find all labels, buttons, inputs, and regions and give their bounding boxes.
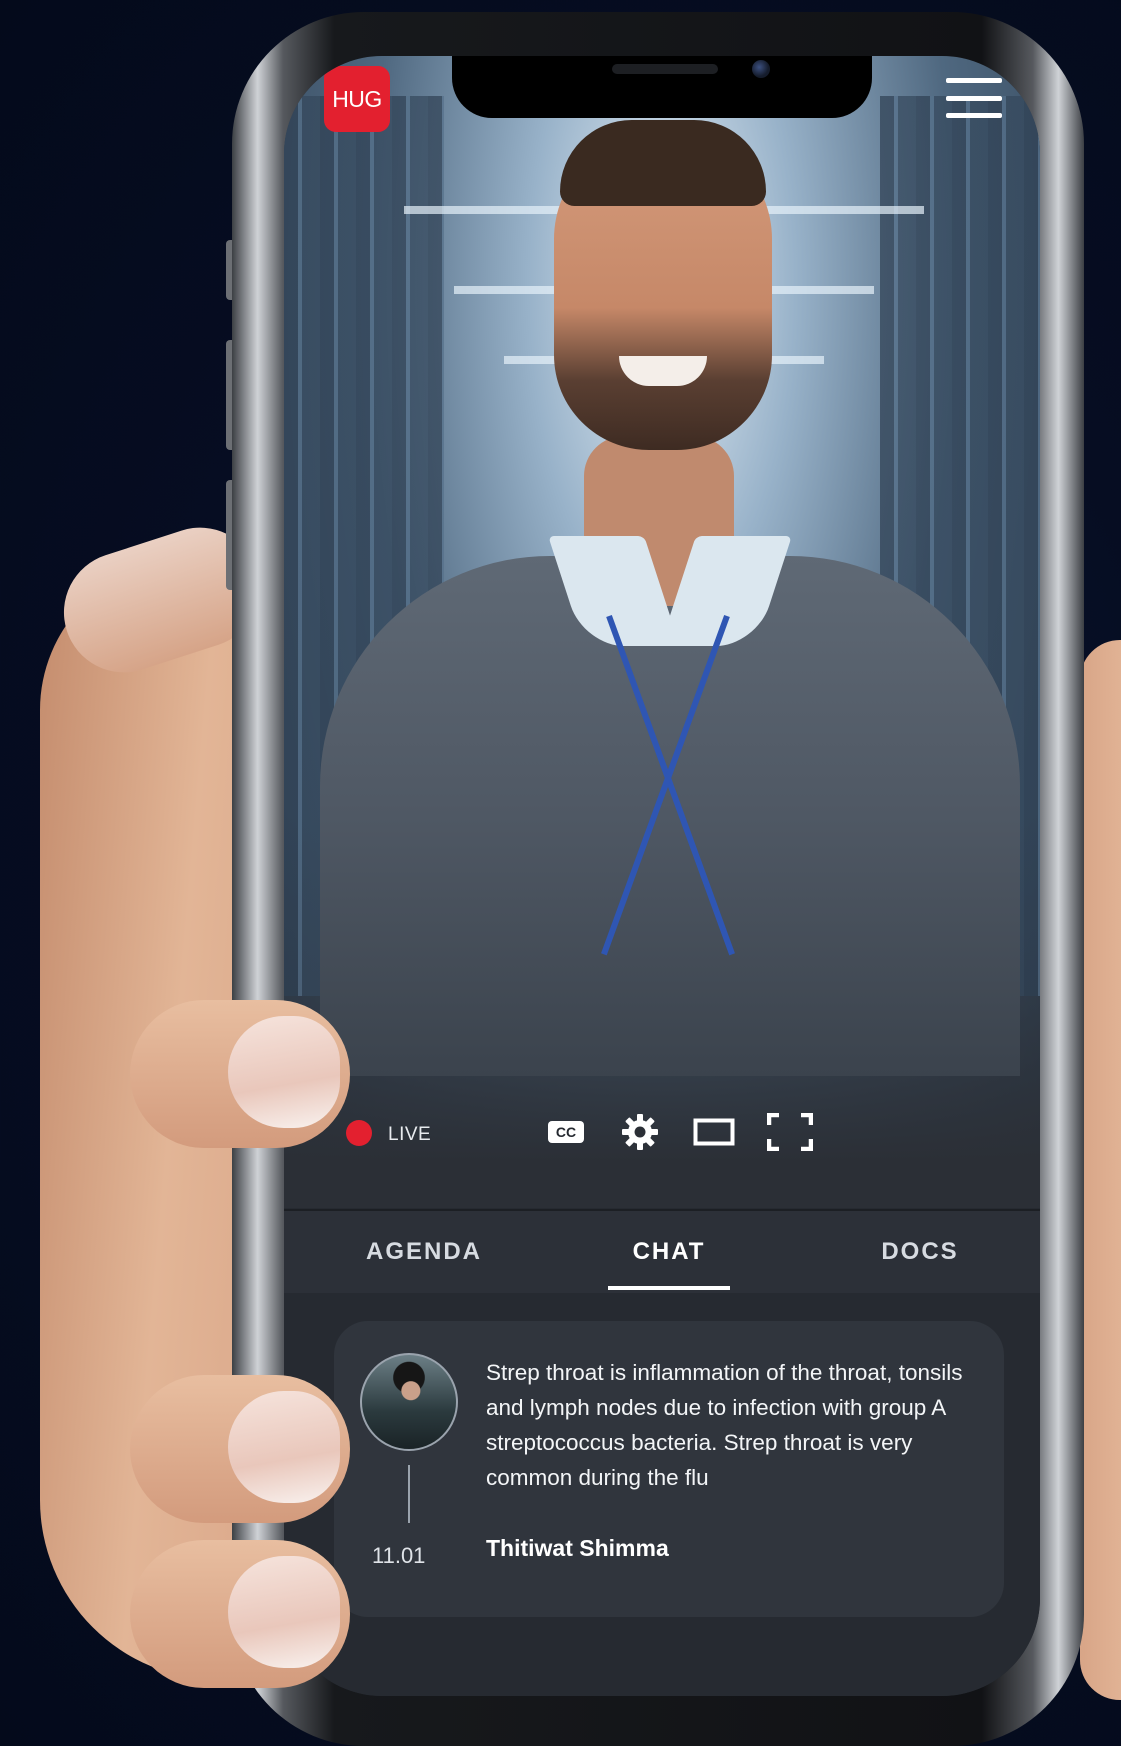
fullscreen-button[interactable] <box>766 1110 814 1154</box>
live-indicator-dot <box>346 1120 372 1146</box>
captions-button[interactable]: CC <box>544 1110 588 1154</box>
message-text: Strep throat is inflammation of the thro… <box>486 1360 963 1490</box>
tab-agenda[interactable]: AGENDA <box>344 1211 504 1293</box>
settings-button[interactable] <box>618 1110 662 1154</box>
player-controls: LIVE CC <box>284 1096 1040 1166</box>
live-label: LIVE <box>388 1124 432 1145</box>
finger-illustration <box>130 1375 350 1523</box>
gear-icon <box>622 1114 658 1150</box>
live-video-player[interactable] <box>284 56 1040 1208</box>
menu-line <box>946 78 1002 83</box>
fingernail <box>228 1556 340 1668</box>
fingernail <box>228 1016 340 1128</box>
hamburger-menu-icon[interactable] <box>946 78 1002 118</box>
content-tabs: AGENDA CHAT DOCS <box>284 1209 1040 1295</box>
chat-message[interactable]: 11.01 Strep throat is inflammation of th… <box>334 1321 1004 1617</box>
phone-notch <box>452 56 872 118</box>
fullscreen-corners-icon <box>767 1113 813 1151</box>
chat-panel: 11.01 Strep throat is inflammation of th… <box>284 1293 1040 1696</box>
earpiece-speaker <box>612 64 718 74</box>
timeline-connector <box>408 1465 410 1523</box>
fingernail <box>228 1391 340 1503</box>
phone-screen: HUG LIVE CC AGENDA CHAT DOCS 11.01 Strep… <box>284 56 1040 1696</box>
speaker-hair <box>560 120 766 206</box>
theater-mode-button[interactable] <box>692 1110 736 1154</box>
message-timestamp: 11.01 <box>372 1543 426 1568</box>
user-avatar[interactable] <box>360 1353 458 1451</box>
menu-line <box>946 95 1002 101</box>
app-logo[interactable]: HUG <box>324 66 390 132</box>
front-camera <box>752 60 770 78</box>
captions-icon: CC <box>548 1121 584 1143</box>
menu-line <box>946 113 1002 118</box>
active-tab-indicator <box>608 1286 730 1290</box>
finger-illustration <box>130 1000 350 1148</box>
hand-fingertip-illustration <box>1080 640 1121 1700</box>
tab-docs[interactable]: DOCS <box>840 1211 1000 1293</box>
tab-chat[interactable]: CHAT <box>589 1211 749 1293</box>
finger-illustration <box>130 1540 350 1688</box>
message-author[interactable]: Thitiwat Shimma <box>486 1535 669 1562</box>
rectangle-icon <box>693 1118 735 1146</box>
